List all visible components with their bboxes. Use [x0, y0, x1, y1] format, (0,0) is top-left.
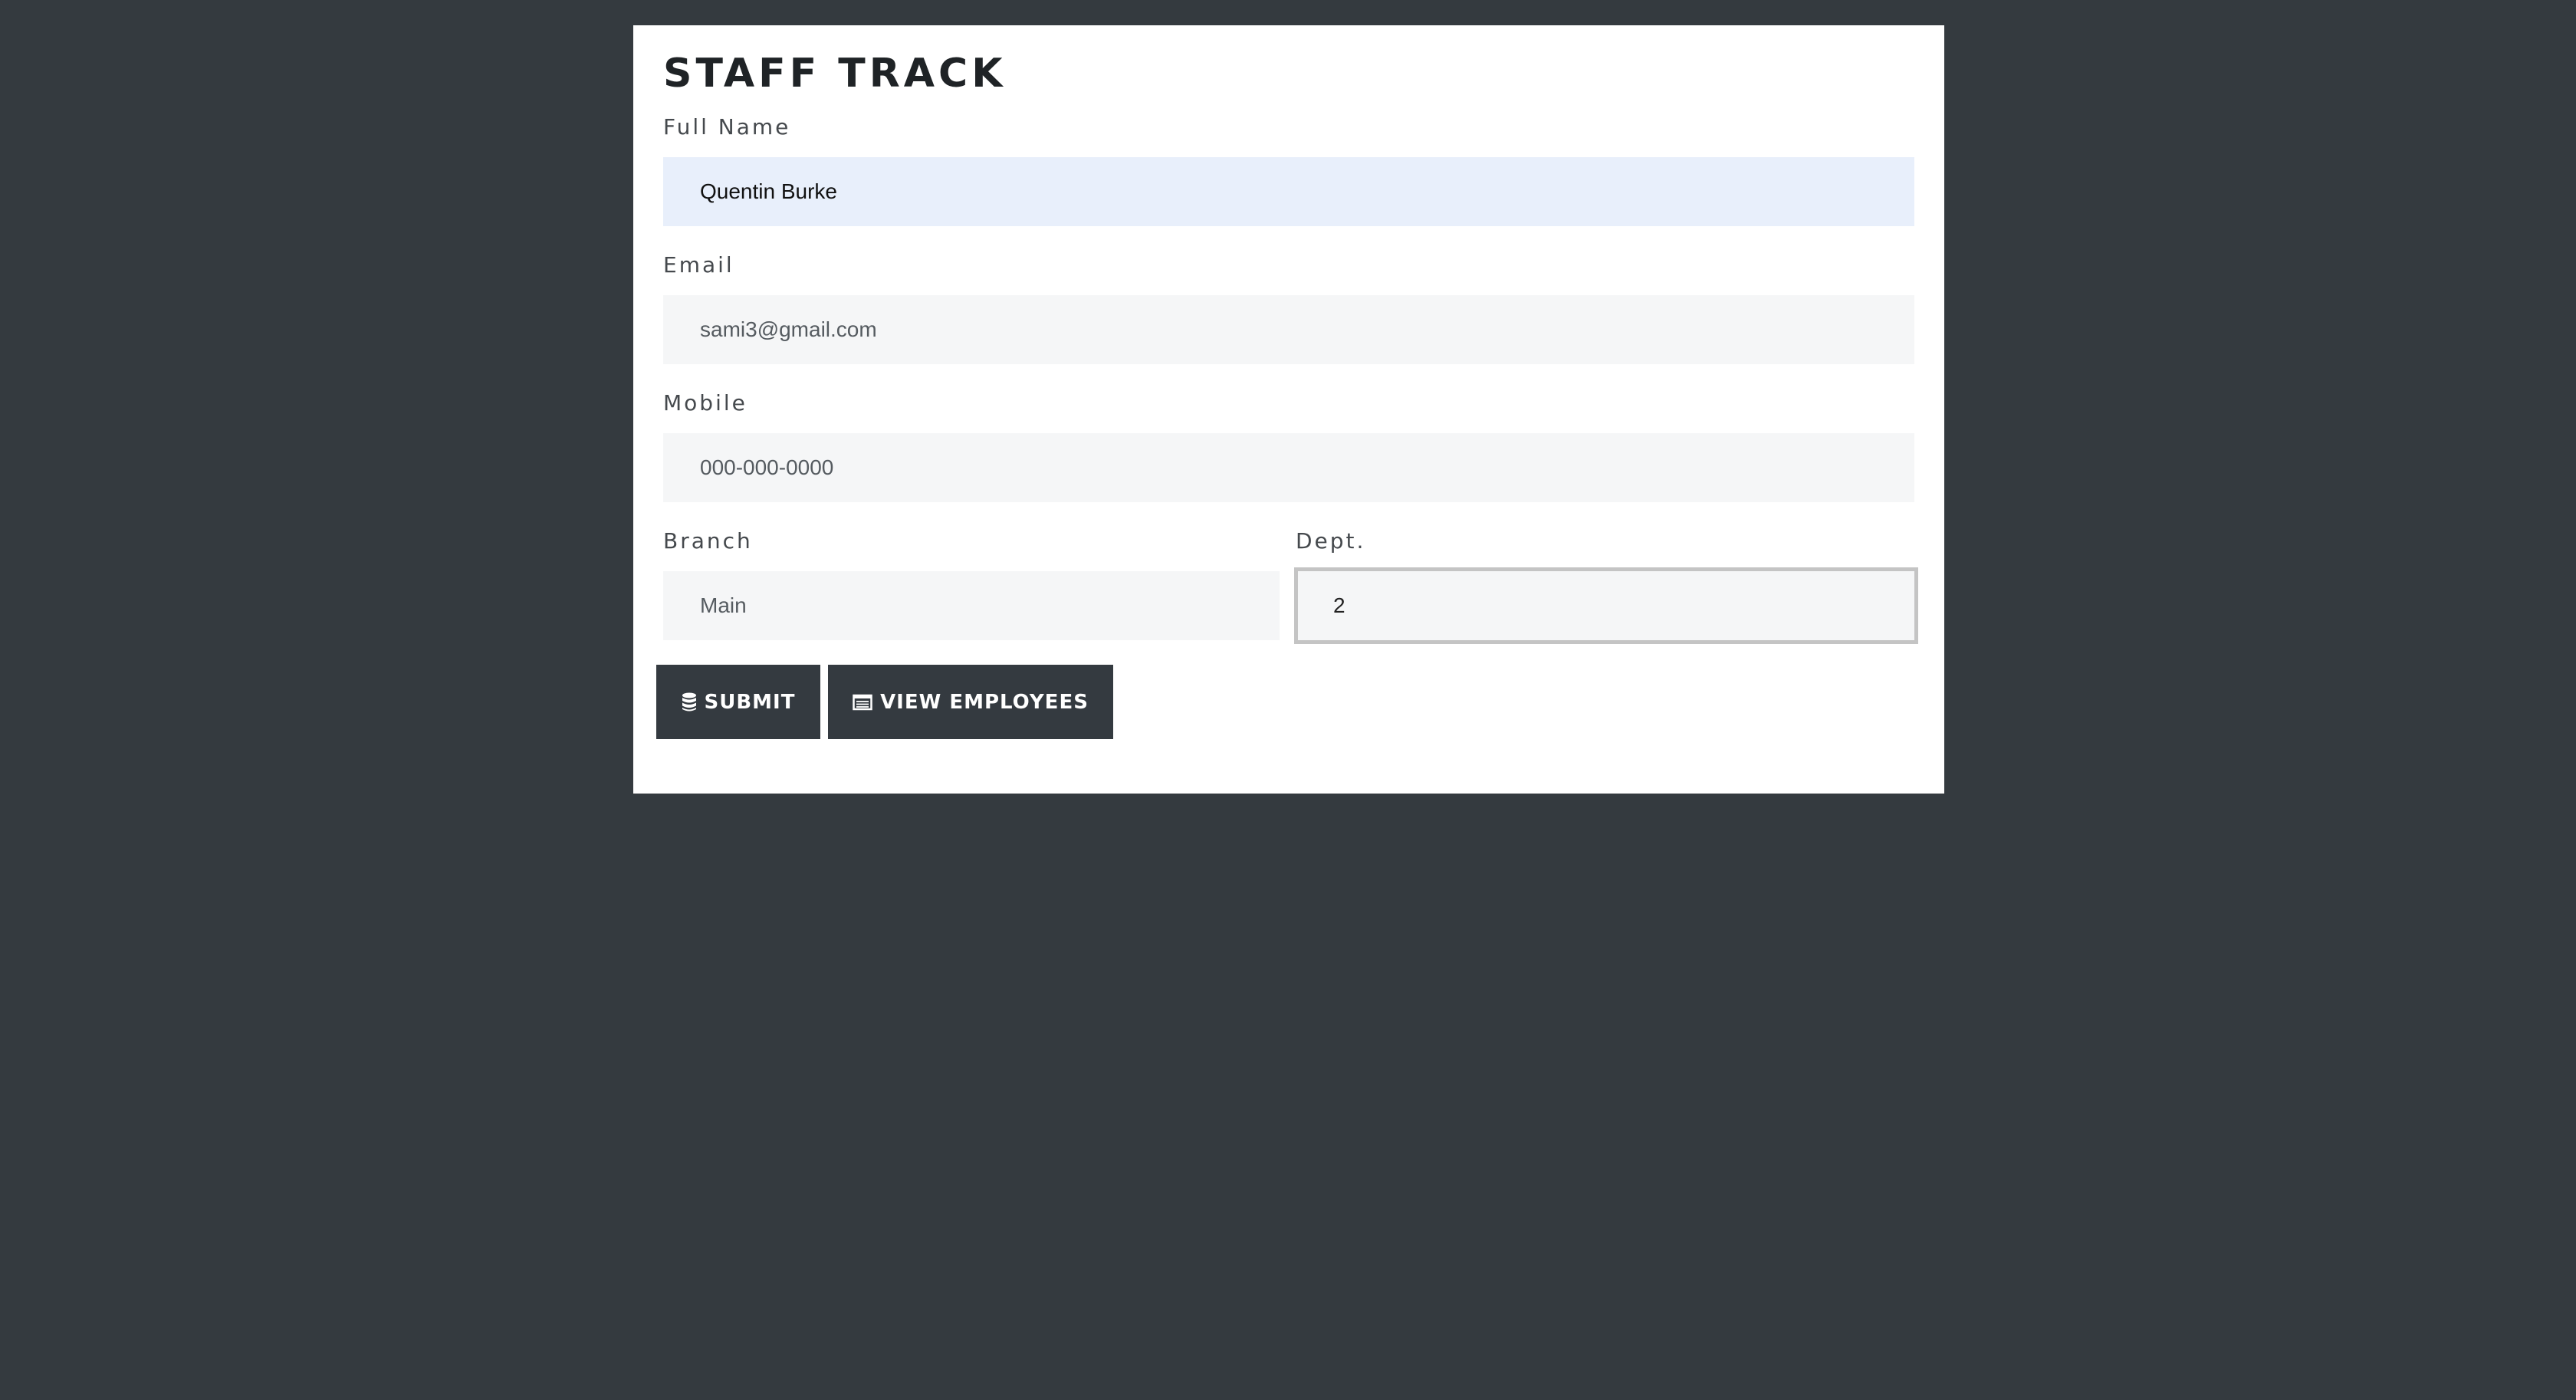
full-name-input[interactable] — [663, 157, 1914, 226]
dept-label: Dept. — [1296, 528, 1366, 554]
dept-input[interactable] — [1294, 567, 1918, 644]
database-icon — [682, 692, 697, 712]
mobile-label: Mobile — [663, 390, 748, 416]
view-employees-button[interactable]: VIEW EMPLOYEES — [828, 665, 1113, 739]
submit-label: SUBMIT — [704, 690, 796, 714]
mobile-input[interactable] — [663, 433, 1914, 502]
view-employees-label: VIEW EMPLOYEES — [880, 690, 1089, 714]
branch-input[interactable] — [663, 571, 1280, 640]
full-name-label: Full Name — [663, 114, 791, 140]
submit-button[interactable]: SUBMIT — [656, 665, 820, 739]
table-icon — [853, 694, 872, 711]
page-title: STAFF TRACK — [663, 51, 1007, 97]
email-label: Email — [663, 252, 734, 278]
email-input[interactable] — [663, 295, 1914, 364]
staff-form-card: STAFF TRACK Full Name Email Mobile Branc… — [633, 25, 1944, 794]
branch-label: Branch — [663, 528, 753, 554]
